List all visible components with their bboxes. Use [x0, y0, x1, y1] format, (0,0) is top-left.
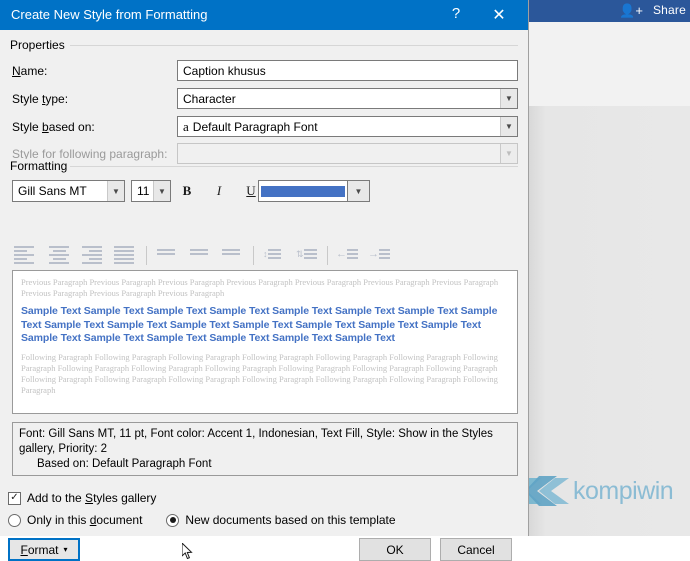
style-based-on-text: Default Paragraph Font [192, 119, 318, 134]
font-size-select[interactable]: 11 ▼ [131, 180, 171, 202]
font-family-value: Gill Sans MT [18, 184, 87, 198]
preview-previous-paragraph: Previous Paragraph Previous Paragraph Pr… [21, 277, 499, 298]
chevron-down-icon[interactable]: ▼ [500, 89, 517, 108]
only-this-document-radio[interactable] [8, 513, 21, 527]
format-button[interactable]: Format ▾ [8, 538, 80, 561]
share-person-icon: 👤+ [619, 3, 643, 18]
decrease-indent-icon: ← [336, 244, 358, 264]
align-center-icon [49, 244, 71, 264]
description-line-2: Based on: Default Paragraph Font [37, 458, 212, 470]
chevron-down-icon[interactable]: ▼ [107, 181, 124, 201]
name-input[interactable]: Caption khusus [177, 60, 518, 81]
kompiwin-watermark: kompiwin [525, 468, 690, 514]
increase-indent-icon: → [368, 244, 390, 264]
description-line-1: Font: Gill Sans MT, 11 pt, Font color: A… [19, 428, 493, 455]
radio-selected-dot [169, 517, 176, 523]
toolbar-separator-2 [146, 246, 147, 265]
align-justify-icon [114, 244, 136, 264]
style-type-label: Style type: [12, 92, 69, 106]
style-based-on-label: Style based on: [12, 120, 95, 134]
style-based-on-value: a Default Paragraph Font [178, 119, 500, 135]
bold-button[interactable]: B [175, 180, 199, 201]
mouse-cursor [182, 543, 193, 560]
decrease-paragraph-spacing-icon: ⇅ [296, 244, 318, 264]
only-this-document-label: Only in this document [27, 513, 143, 527]
new-documents-radio[interactable] [166, 513, 180, 527]
line-spacing-double-icon [222, 247, 244, 267]
style-type-select[interactable]: Character ▼ [177, 88, 518, 109]
name-label: NName:ame: [12, 64, 48, 78]
font-color-dropdown[interactable]: ▼ [348, 180, 370, 202]
line-spacing-single-icon [157, 247, 179, 267]
watermark-text: kompiwin [573, 476, 674, 505]
preview-sample-text: Sample Text Sample Text Sample Text Samp… [21, 305, 498, 344]
formatting-group-divider [70, 166, 518, 167]
properties-group-divider [70, 45, 518, 46]
font-color-swatch [261, 185, 345, 197]
preview-following-paragraph: Following Paragraph Following Paragraph … [21, 351, 498, 395]
chevron-down-icon[interactable]: ▼ [500, 117, 517, 136]
new-documents-radio-row[interactable]: New documents based on this template [166, 513, 396, 527]
chevron-down-icon[interactable]: ▼ [153, 181, 170, 201]
toolbar-separator-4 [327, 246, 328, 265]
chevron-down-icon[interactable]: ▼ [348, 181, 369, 201]
style-type-value: Character [183, 91, 236, 106]
close-icon[interactable]: ✕ [487, 5, 511, 25]
paragraph-toolbar-row: ↕ ⇅ ← → [0, 242, 528, 268]
align-left-icon [14, 244, 36, 264]
format-caret-icon: ▾ [63, 545, 68, 554]
dialog-title: Create New Style from Formatting [11, 7, 208, 22]
dialog-titlebar: Create New Style from Formatting ? ✕ [0, 0, 528, 30]
font-color-button[interactable] [258, 180, 348, 202]
style-preview-pane: Previous Paragraph Previous Paragraph Pr… [12, 270, 518, 414]
add-to-gallery-checkbox[interactable]: ✓ [8, 491, 21, 505]
style-description-box: Font: Gill Sans MT, 11 pt, Font color: A… [12, 422, 518, 476]
font-size-value: 11 [137, 184, 150, 198]
name-input-value: Caption khusus [183, 63, 266, 78]
create-new-style-dialog: Create New Style from Formatting ? ✕ Pro… [0, 0, 529, 561]
only-this-document-radio-row[interactable]: Only in this document [8, 513, 142, 527]
new-documents-label: New documents based on this template [185, 513, 396, 527]
scope-radio-group: Only in this document New documents base… [8, 513, 396, 527]
paragraph-font-glyph: a [183, 118, 189, 134]
ok-button[interactable]: OK [359, 538, 431, 561]
formatting-group-label: Formatting [10, 159, 73, 173]
font-family-select[interactable]: Gill Sans MT ▼ [12, 180, 125, 202]
toolbar-separator-3 [253, 246, 254, 265]
properties-group-label: Properties [10, 38, 70, 52]
dialog-body: Properties NName:ame: Caption khusus Sty… [0, 30, 528, 561]
kompiwin-logo-icon [525, 476, 569, 506]
style-based-on-select[interactable]: a Default Paragraph Font ▼ [177, 116, 518, 137]
cancel-button[interactable]: Cancel [440, 538, 512, 561]
word-ribbon: ▲ ▼ ▾ ⬌ 🔍 Find ▾ abac Replace ➩ Select ▾… [520, 22, 690, 107]
share-button[interactable]: Share [653, 3, 686, 17]
add-to-gallery-label: Add to the Styles gallery [27, 491, 157, 505]
align-right-icon [82, 244, 104, 264]
line-spacing-1-5-icon [190, 247, 212, 267]
format-button-label: Format [20, 542, 59, 557]
chevron-down-icon: ▼ [500, 144, 517, 163]
add-to-gallery-checkbox-row[interactable]: ✓ Add to the Styles gallery [8, 491, 156, 505]
help-icon[interactable]: ? [445, 5, 467, 22]
style-following-select: ▼ [177, 143, 518, 164]
italic-button[interactable]: I [207, 180, 231, 201]
increase-paragraph-spacing-icon: ↕ [263, 244, 285, 264]
